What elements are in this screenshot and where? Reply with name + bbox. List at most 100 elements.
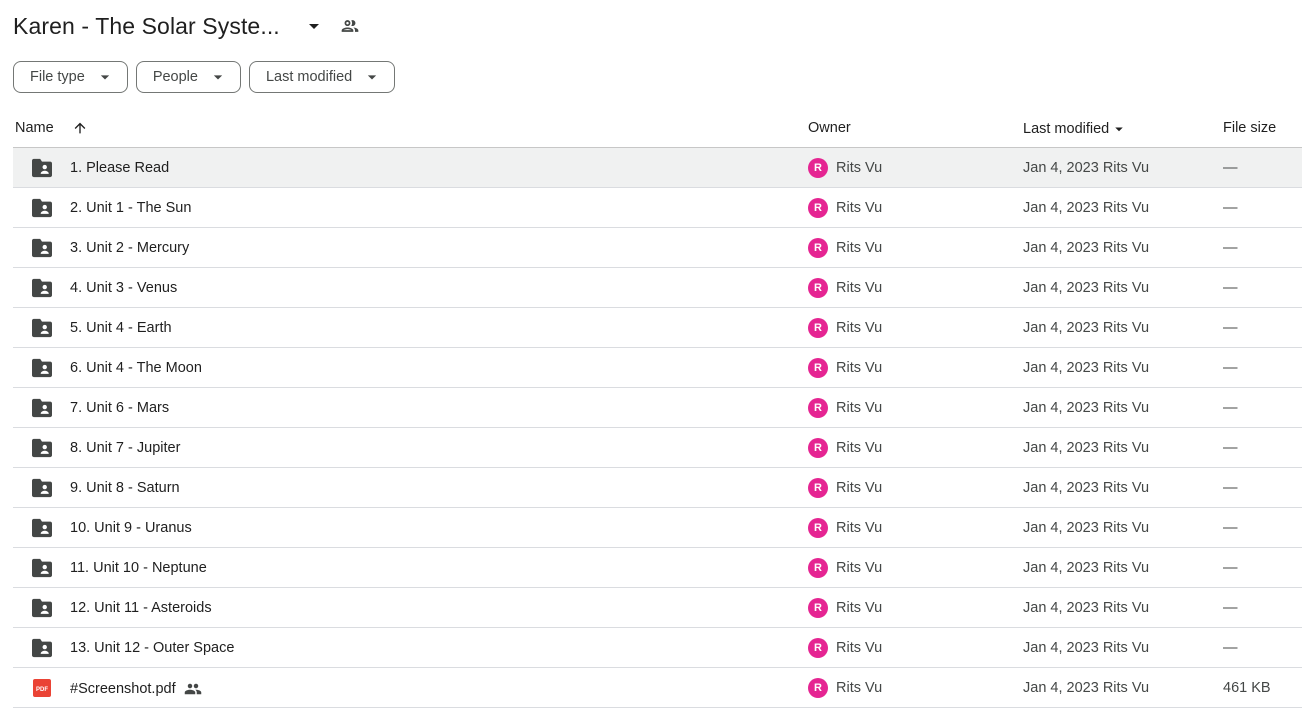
- svg-text:PDF: PDF: [36, 687, 48, 693]
- last-modified-header-label: Last modified: [1023, 121, 1110, 137]
- file-name-label: 13. Unit 12 - Outer Space: [70, 640, 235, 656]
- owner-name: Rits Vu: [836, 160, 883, 176]
- file-name[interactable]: 4. Unit 3 - Venus: [70, 280, 177, 296]
- shared-folder-icon: [31, 278, 53, 298]
- file-name-label: 10. Unit 9 - Uranus: [70, 520, 192, 536]
- table-row[interactable]: 3. Unit 2 - Mercury R Rits Vu Jan 4, 2023 R…: [13, 228, 1302, 268]
- file-size-value: —: [1223, 280, 1238, 296]
- file-name[interactable]: 5. Unit 4 - Earth: [70, 320, 172, 336]
- table-row[interactable]: 5. Unit 4 - Earth R Rits Vu Jan 4, 2023 Rit…: [13, 308, 1302, 348]
- avatar[interactable]: R: [808, 518, 828, 538]
- filter-chips: File type People Last modified: [13, 61, 396, 93]
- file-name-label: 3. Unit 2 - Mercury: [70, 240, 190, 256]
- file-name-label: 4. Unit 3 - Venus: [70, 280, 178, 296]
- table-row[interactable]: 2. Unit 1 - The Sun R Rits Vu Jan 4, 2023 R…: [13, 188, 1302, 228]
- file-name[interactable]: 13. Unit 12 - Outer Space: [70, 640, 234, 656]
- last-modified-column-header[interactable]: Last modified: [1023, 120, 1128, 138]
- file-size-value: —: [1223, 160, 1238, 176]
- file-name[interactable]: 9. Unit 8 - Saturn: [70, 480, 180, 496]
- shared-folder-icon: [31, 238, 53, 258]
- last-modified-value: Jan 4, 2023 Rits Vu: [1023, 240, 1150, 256]
- file-size-value: —: [1223, 200, 1238, 216]
- table-row[interactable]: 13. Unit 12 - Outer Space R Rits Vu Jan 4, …: [13, 628, 1302, 668]
- table-row[interactable]: 1. Please Read R Rits Vu Jan 4, 2023 Rits V…: [13, 148, 1302, 188]
- avatar[interactable]: R: [808, 158, 828, 178]
- table-row[interactable]: 6. Unit 4 - The Moon R Rits Vu Jan 4, 2023 …: [13, 348, 1302, 388]
- last-modified-value: Jan 4, 2023 Rits Vu: [1023, 640, 1150, 656]
- file-name[interactable]: 1. Please Read: [70, 160, 169, 176]
- filter-chip-file-type[interactable]: File type: [13, 61, 128, 93]
- file-list: Name Owner Last modified File size 1. Pl…: [13, 108, 1302, 708]
- file-name-label: 2. Unit 1 - The Sun: [70, 200, 192, 216]
- file-name[interactable]: 6. Unit 4 - The Moon: [70, 360, 202, 376]
- table-row[interactable]: 4. Unit 3 - Venus R Rits Vu Jan 4, 2023 Rit…: [13, 268, 1302, 308]
- last-modified-value: Jan 4, 2023 Rits Vu: [1023, 680, 1150, 696]
- arrow-drop-down-icon[interactable]: [302, 14, 326, 38]
- avatar[interactable]: R: [808, 278, 828, 298]
- file-name-label: 7. Unit 6 - Mars: [70, 400, 170, 416]
- avatar[interactable]: R: [808, 398, 828, 418]
- file-name[interactable]: 3. Unit 2 - Mercury: [70, 240, 189, 256]
- avatar[interactable]: R: [808, 238, 828, 258]
- people-icon[interactable]: [338, 14, 362, 38]
- shared-folder-icon: [31, 358, 53, 378]
- file-name[interactable]: 12. Unit 11 - Asteroids: [70, 600, 212, 616]
- table-row[interactable]: PDF #Screenshot.pdf R Rits Vu Jan 4, 2023 Ri…: [13, 668, 1302, 708]
- table-row[interactable]: 12. Unit 11 - Asteroids R Rits Vu Jan 4, 20…: [13, 588, 1302, 628]
- owner-name: Rits Vu: [836, 200, 883, 216]
- owner-name: Rits Vu: [836, 560, 883, 576]
- owner-name: Rits Vu: [836, 320, 883, 336]
- owner-name: Rits Vu: [836, 280, 883, 296]
- file-name[interactable]: 7. Unit 6 - Mars: [70, 400, 169, 416]
- table-row[interactable]: 10. Unit 9 - Uranus R Rits Vu Jan 4, 2023 R…: [13, 508, 1302, 548]
- folder-title[interactable]: Karen - The Solar Syste...: [13, 13, 280, 40]
- shared-folder-icon: [31, 598, 53, 618]
- file-name-label: 6. Unit 4 - The Moon: [70, 360, 202, 376]
- avatar[interactable]: R: [808, 438, 828, 458]
- last-modified-value: Jan 4, 2023 Rits Vu: [1023, 440, 1150, 456]
- avatar[interactable]: R: [808, 198, 828, 218]
- shared-folder-icon: [31, 638, 53, 658]
- file-size-value: —: [1223, 520, 1238, 536]
- table-row[interactable]: 11. Unit 10 - Neptune R Rits Vu Jan 4, 2023…: [13, 548, 1302, 588]
- file-name[interactable]: 2. Unit 1 - The Sun: [70, 200, 191, 216]
- file-name-label: 5. Unit 4 - Earth: [70, 320, 172, 336]
- table-body: 1. Please Read R Rits Vu Jan 4, 2023 Rits V…: [13, 148, 1302, 708]
- shared-folder-icon: [31, 478, 53, 498]
- table-header: Name Owner Last modified File size: [13, 108, 1302, 148]
- avatar[interactable]: R: [808, 318, 828, 338]
- shared-folder-icon: [31, 558, 53, 578]
- table-row[interactable]: 8. Unit 7 - Jupiter R Rits Vu Jan 4, 2023 R…: [13, 428, 1302, 468]
- owner-name: Rits Vu: [836, 600, 883, 616]
- file-size-value: 461 KB: [1223, 680, 1271, 696]
- page-header: Karen - The Solar Syste...: [13, 8, 362, 44]
- filter-chip-label: File type: [30, 69, 85, 85]
- file-size-value: —: [1223, 400, 1238, 416]
- table-row[interactable]: 9. Unit 8 - Saturn R Rits Vu Jan 4, 2023 Ri…: [13, 468, 1302, 508]
- avatar[interactable]: R: [808, 638, 828, 658]
- filter-chip-label: People: [152, 69, 198, 85]
- owner-column-header: Owner: [808, 120, 851, 136]
- file-name[interactable]: 10. Unit 9 - Uranus: [70, 520, 192, 536]
- sort-ascending-icon[interactable]: [72, 120, 88, 136]
- file-name[interactable]: 8. Unit 7 - Jupiter: [70, 440, 180, 456]
- name-header-label: Name: [15, 120, 54, 136]
- filter-chip-people[interactable]: People: [135, 61, 241, 93]
- owner-name: Rits Vu: [836, 240, 883, 256]
- last-modified-value: Jan 4, 2023 Rits Vu: [1023, 560, 1150, 576]
- file-name-label: 8. Unit 7 - Jupiter: [70, 440, 181, 456]
- filter-chip-label: Last modified: [265, 69, 353, 85]
- table-row[interactable]: 7. Unit 6 - Mars R Rits Vu Jan 4, 2023 Rits…: [13, 388, 1302, 428]
- avatar[interactable]: R: [808, 598, 828, 618]
- avatar[interactable]: R: [808, 678, 828, 698]
- avatar[interactable]: R: [808, 358, 828, 378]
- avatar[interactable]: R: [808, 558, 828, 578]
- owner-name: Rits Vu: [836, 360, 883, 376]
- avatar[interactable]: R: [808, 478, 828, 498]
- file-name[interactable]: 11. Unit 10 - Neptune: [70, 560, 207, 576]
- shared-folder-icon: [31, 438, 53, 458]
- file-name[interactable]: #Screenshot.pdf: [70, 680, 202, 698]
- name-column-header[interactable]: Name: [15, 120, 88, 136]
- file-size-value: —: [1223, 560, 1238, 576]
- filter-chip-last-modified[interactable]: Last modified: [248, 61, 396, 93]
